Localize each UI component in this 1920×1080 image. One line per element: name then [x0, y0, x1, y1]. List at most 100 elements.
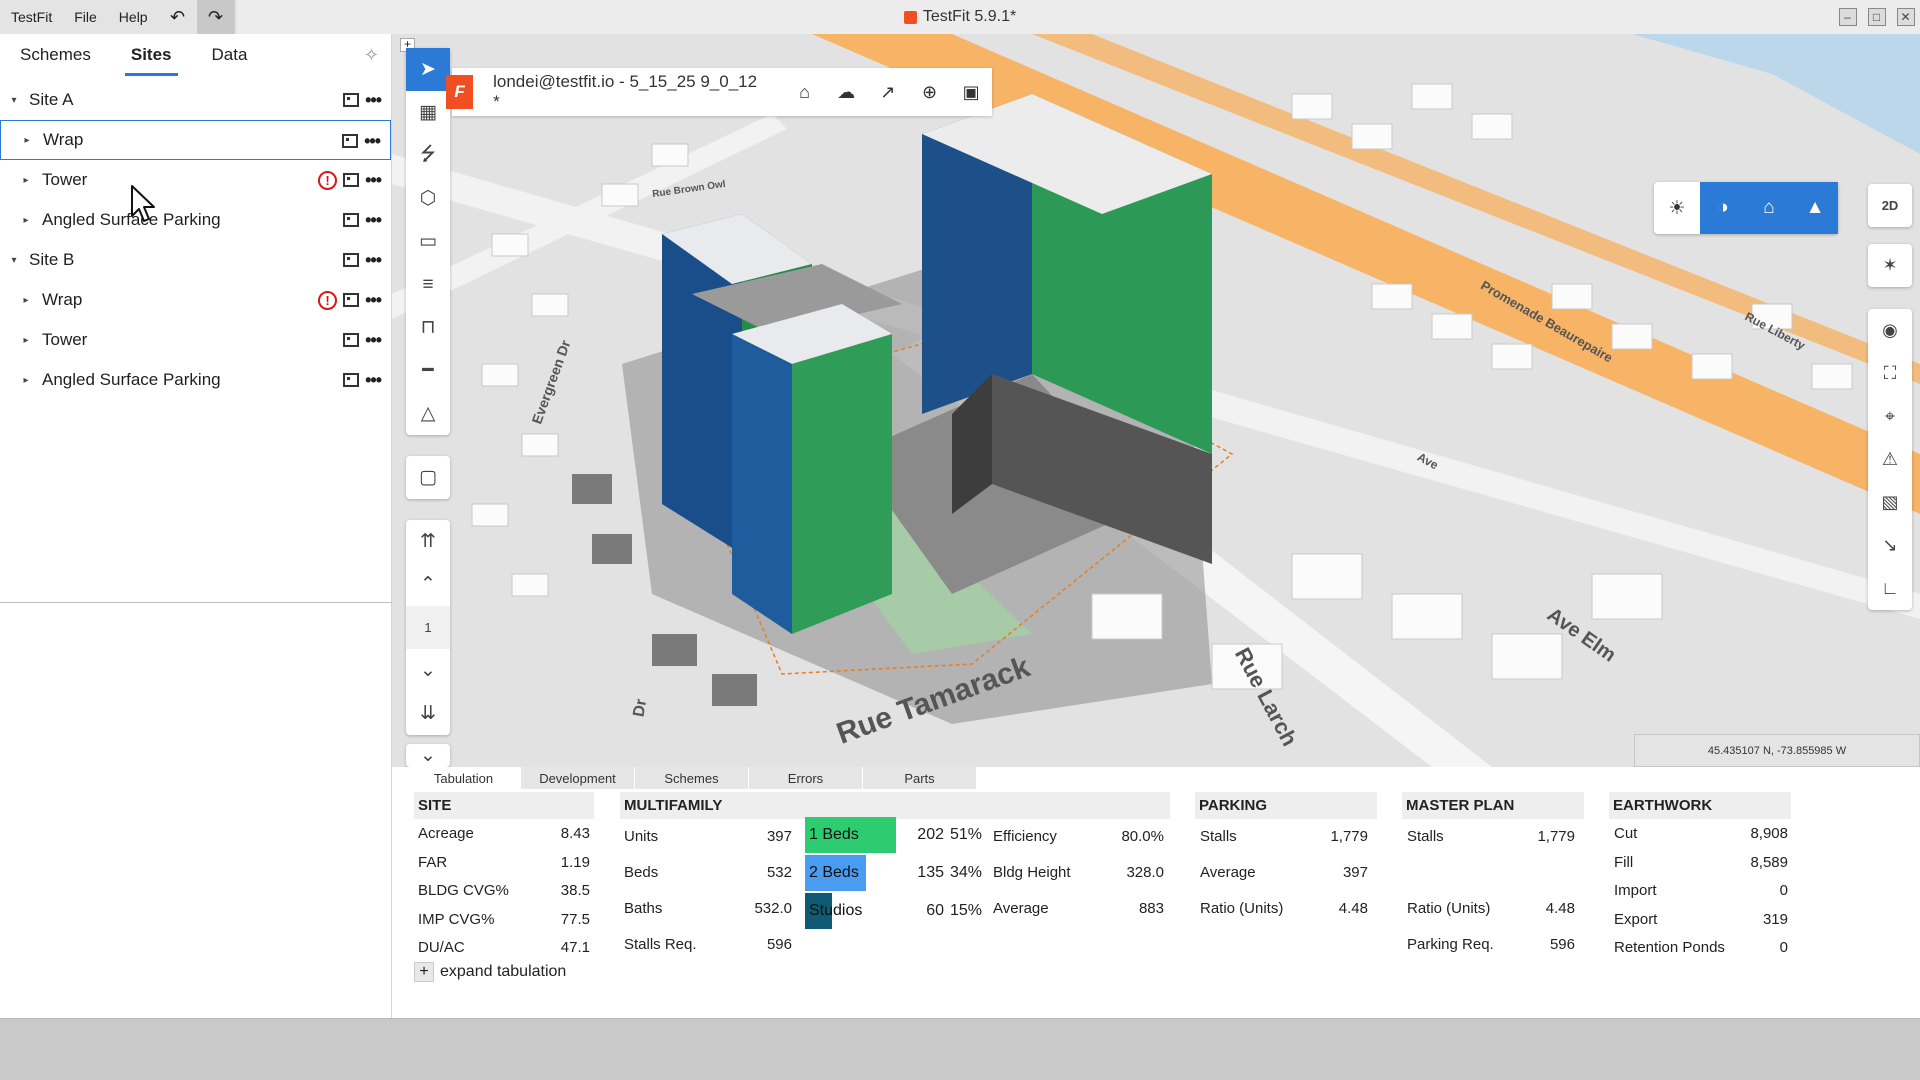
3d-viewport[interactable]: Rue Tamarack Rue Larch Ave Elm Evergreen… — [392, 34, 1920, 767]
cloud-sync-icon[interactable]: ☁ — [825, 68, 867, 116]
scheme-row[interactable]: ▸ Wrap! ••• — [0, 280, 391, 320]
building-icon[interactable] — [343, 93, 360, 107]
more-options-icon[interactable]: ••• — [365, 170, 382, 191]
row-value: 8,589 — [1750, 853, 1788, 871]
redo-icon[interactable]: ↷ — [196, 0, 235, 34]
tabulation-tabs: Tabulation Development Schemes Errors Pa… — [407, 767, 977, 789]
caret-right-icon[interactable]: ▸ — [20, 175, 32, 186]
row-label: DU/AC — [418, 939, 465, 956]
export-arrow-icon[interactable]: ↘ — [1868, 524, 1912, 567]
tab-development[interactable]: Development — [521, 767, 635, 789]
tab-parts[interactable]: Parts — [863, 767, 977, 789]
building-icon[interactable] — [343, 253, 360, 267]
building-icon[interactable] — [343, 333, 360, 347]
more-options-icon[interactable]: ••• — [365, 290, 382, 311]
sparkle-icon[interactable]: ✧ — [364, 45, 379, 66]
caret-right-icon[interactable]: ▸ — [21, 135, 33, 146]
undo-icon[interactable]: ↶ — [159, 0, 197, 34]
bottom-level-icon[interactable]: ⇊ — [406, 692, 450, 735]
house-view-icon[interactable]: ⌂ — [1746, 182, 1792, 234]
stack-tool-icon[interactable]: ⭍ — [406, 134, 450, 177]
share-icon[interactable]: ↗ — [867, 68, 909, 116]
tab-row: Beds 532 — [624, 864, 792, 881]
row-actions: ••• — [343, 360, 382, 400]
sun-settings-icon[interactable]: ☀ — [1654, 182, 1700, 234]
menu-testfit[interactable]: TestFit — [0, 9, 63, 25]
more-options-icon[interactable]: ••• — [365, 330, 382, 351]
warning-triangle-icon[interactable]: ⚠ — [1868, 438, 1912, 481]
tab-sites[interactable]: Sites — [111, 34, 192, 76]
select-tool-icon[interactable]: ➤ — [406, 48, 450, 91]
parking-section: PARKING — [1195, 792, 1377, 819]
tab-row: BLDG CVG% 38.5 — [418, 882, 590, 899]
structure-tool-icon[interactable]: ⊓ — [406, 306, 450, 349]
more-options-icon[interactable]: ••• — [365, 210, 382, 231]
level-up-icon[interactable]: ⌃ — [406, 563, 450, 606]
warning-icon[interactable]: ! — [318, 290, 338, 310]
menu-file[interactable]: File — [63, 9, 108, 25]
more-options-icon[interactable]: ••• — [365, 370, 382, 391]
scheme-name: Tower — [42, 330, 88, 349]
fullscreen-icon[interactable]: ⛶ — [1868, 352, 1912, 395]
row-value: 596 — [766, 936, 792, 953]
caret-right-icon[interactable]: ▸ — [20, 375, 32, 386]
add-shape-icon[interactable]: ▢ — [406, 456, 450, 499]
tab-schemes[interactable]: Schemes — [0, 34, 111, 76]
building-tool-icon[interactable]: ▦ — [406, 91, 450, 134]
building-icon[interactable] — [343, 373, 360, 387]
tab-schemes-bottom[interactable]: Schemes — [635, 767, 749, 789]
menu-help[interactable]: Help — [108, 9, 159, 25]
more-options-icon[interactable]: ••• — [364, 131, 381, 152]
unit-mix-label: Studios — [809, 902, 863, 919]
camera-icon[interactable]: ▣ — [950, 68, 992, 116]
building-icon[interactable] — [343, 213, 360, 227]
building-icon[interactable] — [342, 134, 359, 148]
measure-icon[interactable]: ∟ — [1868, 567, 1912, 610]
image-icon[interactable]: ▧ — [1868, 481, 1912, 524]
minimize-button[interactable]: – — [1833, 0, 1862, 34]
satellite-icon[interactable]: ✶ — [1868, 244, 1912, 287]
caret-right-icon[interactable]: ▸ — [20, 215, 32, 226]
building-icon[interactable] — [343, 173, 360, 187]
scheme-row[interactable]: ▸ Tower ••• — [0, 320, 391, 360]
2d-toggle-button[interactable]: 2D — [1868, 184, 1912, 227]
more-options-icon[interactable]: ••• — [365, 90, 382, 111]
expand-tabulation-button[interactable]: + expand tabulation — [414, 962, 566, 982]
caret-right-icon[interactable]: ▸ — [20, 295, 32, 306]
contrast-icon[interactable]: ◑ — [1700, 182, 1746, 234]
car-tool-icon[interactable]: ▭ — [406, 220, 450, 263]
tab-tabulation[interactable]: Tabulation — [407, 767, 521, 789]
ruler-tool-icon[interactable]: ━ — [406, 349, 450, 392]
chevron-down-icon[interactable]: ⌄ — [406, 744, 450, 767]
tab-data[interactable]: Data — [192, 34, 268, 76]
multifamily-section: MULTIFAMILY — [620, 792, 1170, 819]
network-tool-icon[interactable]: ⬡ — [406, 177, 450, 220]
terrain-icon[interactable]: ▲ — [1792, 182, 1838, 234]
eye-icon[interactable]: ◉ — [1868, 309, 1912, 352]
add-circle-icon[interactable]: ⊕ — [909, 68, 951, 116]
caret-down-icon[interactable]: ▾ — [8, 255, 20, 266]
project-name[interactable]: londei@testfit.io - 5_15_25 9_0_12 * — [493, 72, 760, 112]
parking-tool-icon[interactable]: ≡ — [406, 263, 450, 306]
scheme-row[interactable]: ▸ Wrap ••• — [0, 120, 391, 160]
caret-right-icon[interactable]: ▸ — [20, 335, 32, 346]
section-header: PARKING — [1195, 792, 1377, 819]
top-level-icon[interactable]: ⇈ — [406, 520, 450, 563]
scheme-row[interactable]: ▸ Angled Surface Parking ••• — [0, 360, 391, 400]
compass-icon[interactable]: ⌖ — [1868, 395, 1912, 438]
scheme-row[interactable]: ▸ Angled Surface Parking ••• — [0, 200, 391, 240]
tab-errors[interactable]: Errors — [749, 767, 863, 789]
scheme-row[interactable]: ▸ Tower! ••• — [0, 160, 391, 200]
warning-icon[interactable]: ! — [318, 170, 338, 190]
close-button[interactable]: ✕ — [1891, 0, 1920, 34]
tree-tool-icon[interactable]: △ — [406, 392, 450, 435]
row-value: 77.5 — [560, 910, 590, 928]
level-down-icon[interactable]: ⌄ — [406, 649, 450, 692]
site-row[interactable]: ▾ Site A ••• — [0, 80, 391, 120]
caret-down-icon[interactable]: ▾ — [8, 95, 20, 106]
maximize-button[interactable]: □ — [1862, 0, 1891, 34]
more-options-icon[interactable]: ••• — [365, 250, 382, 271]
home-icon[interactable]: ⌂ — [784, 68, 826, 116]
building-icon[interactable] — [343, 293, 360, 307]
site-row[interactable]: ▾ Site B ••• — [0, 240, 391, 280]
